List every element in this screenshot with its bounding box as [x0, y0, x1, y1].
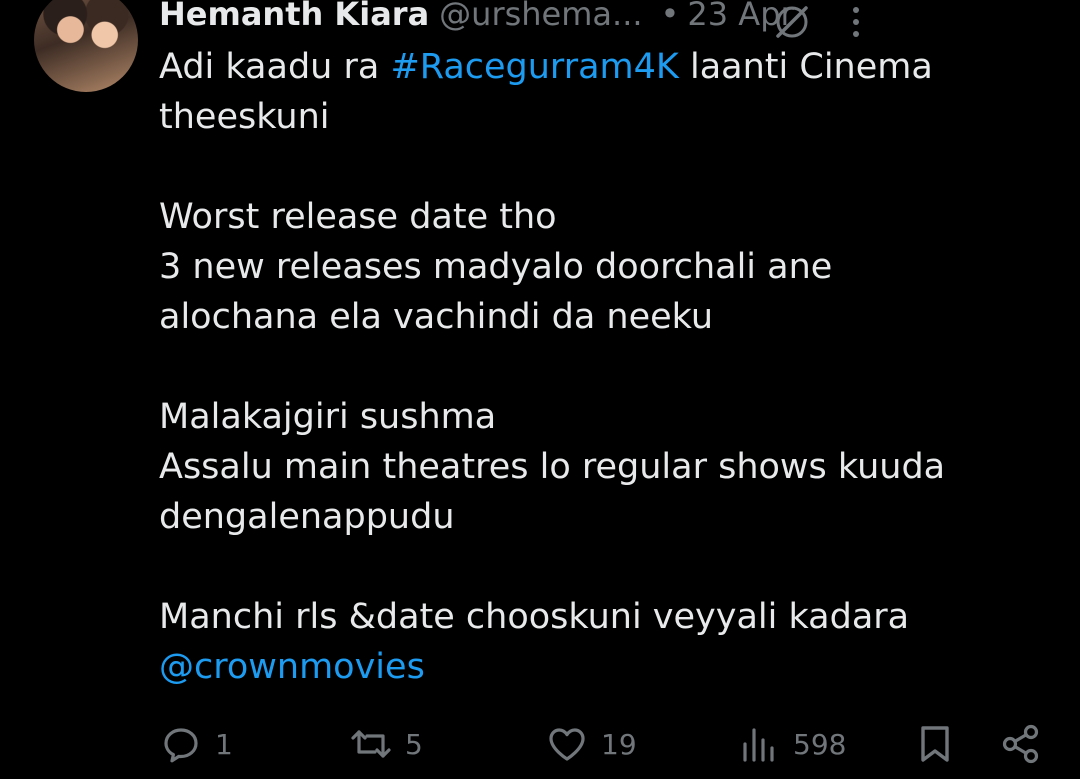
reply-icon	[164, 728, 198, 763]
tweet-text-segment: alochana ela vachindi da neeku	[159, 297, 714, 337]
repost-button[interactable]: 5	[349, 716, 423, 772]
tweet-line	[159, 342, 1039, 392]
views-count: 598	[793, 727, 847, 761]
tweet-text-segment: Adi kaadu ra	[159, 47, 391, 87]
bookmark-button[interactable]	[913, 716, 957, 772]
like-button[interactable]: 19	[545, 716, 637, 772]
mention-link[interactable]: @crownmovies	[159, 647, 425, 687]
tweet-line	[159, 542, 1039, 592]
repost-count: 5	[405, 727, 423, 761]
tweet-line: dengalenappudu	[159, 492, 1039, 542]
tweet-line: Manchi rls &date chooskuni veyyali kadar…	[159, 592, 1039, 642]
tweet-text-segment: Assalu main theatres lo regular shows ku…	[159, 447, 946, 487]
repost-icon	[351, 730, 391, 758]
grok-icon[interactable]	[770, 0, 814, 44]
tweet-text-segment: Manchi rls &date chooskuni veyyali kadar…	[159, 597, 910, 637]
tweet-text-segment: dengalenappudu	[159, 497, 455, 537]
tweet-line: Malakajgiri sushma	[159, 392, 1039, 442]
avatar[interactable]	[34, 0, 138, 92]
tweet-line: Assalu main theatres lo regular shows ku…	[159, 442, 1039, 492]
more-icon[interactable]	[850, 4, 862, 40]
heart-icon	[549, 728, 585, 761]
bookmark-icon	[921, 726, 949, 762]
tweet-text-segment: Worst release date tho	[159, 197, 557, 237]
tweet-line: Adi kaadu ra #Racegurram4K laanti Cinema	[159, 42, 1039, 92]
reply-button[interactable]: 1	[159, 716, 233, 772]
hashtag-link[interactable]: #Racegurram4K	[390, 47, 678, 87]
share-icon	[1002, 724, 1039, 764]
tweet-line	[159, 142, 1039, 192]
tweet-line: Worst release date tho	[159, 192, 1039, 242]
reply-count: 1	[215, 727, 233, 761]
share-button[interactable]	[999, 716, 1043, 772]
tweet-text: Adi kaadu ra #Racegurram4K laanti Cinema…	[159, 42, 1039, 692]
views-button[interactable]: 598	[737, 716, 846, 772]
author-name[interactable]: Hemanth Kiara	[159, 0, 429, 33]
author-handle[interactable]: @urshema...	[439, 0, 642, 33]
tweet-text-segment: theeskuni	[159, 97, 330, 137]
like-count: 19	[601, 727, 637, 761]
tweet-text-segment: laanti Cinema	[678, 47, 933, 87]
views-icon	[743, 728, 774, 762]
tweet-line: alochana ela vachindi da neeku	[159, 292, 1039, 342]
tweet-text-segment: 3 new releases madyalo doorchali ane	[159, 247, 833, 287]
tweet-header: Hemanth Kiara @urshema... • 23 Apr	[159, 0, 1060, 38]
tweet-actions: 1 5 19 598	[159, 716, 1050, 772]
tweet-line: theeskuni	[159, 92, 1039, 142]
tweet-line: 3 new releases madyalo doorchali ane	[159, 242, 1039, 292]
tweet-line: @crownmovies	[159, 642, 1039, 692]
tweet-text-segment: Malakajgiri sushma	[159, 397, 497, 437]
separator-dot: •	[660, 0, 680, 33]
